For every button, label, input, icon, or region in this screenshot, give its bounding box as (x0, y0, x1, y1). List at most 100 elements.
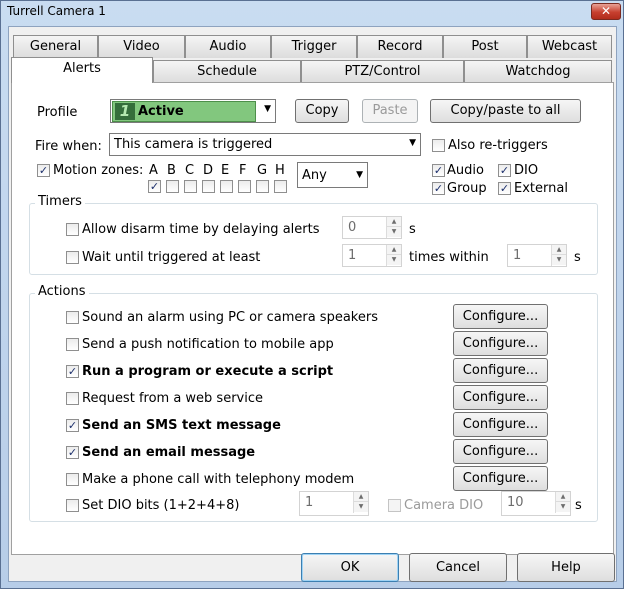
tab-post[interactable]: Post (443, 35, 527, 58)
within-seconds-spinner[interactable]: 1 ▲ ▼ (507, 244, 567, 267)
tab-webcast[interactable]: Webcast (527, 35, 612, 58)
copy-button[interactable]: Copy (295, 99, 349, 123)
profile-name: Active (138, 104, 184, 119)
tab-schedule[interactable]: Schedule (153, 60, 301, 83)
configure-button[interactable]: Configure... (453, 385, 548, 410)
wait-triggered-label: Wait until triggered at least (82, 250, 261, 265)
motion-zone-checkbox[interactable] (166, 180, 179, 193)
group-source-checkbox[interactable]: ✓ (432, 182, 445, 195)
profile-label: Profile (37, 105, 78, 120)
trigger-count-spinner[interactable]: 1 ▲ ▼ (342, 244, 402, 267)
action-label: Send a push notification to mobile app (82, 337, 334, 352)
paste-button[interactable]: Paste (362, 99, 418, 123)
close-button[interactable]: ✕ (591, 3, 621, 20)
disarm-delay-label: Allow disarm time by delaying alerts (82, 222, 320, 237)
motion-zone-letter: B (167, 163, 176, 178)
disarm-time-spinner[interactable]: 0 ▲ ▼ (342, 216, 402, 239)
ok-button[interactable]: OK (301, 553, 399, 582)
configure-button[interactable]: Configure... (453, 412, 548, 437)
external-source-checkbox[interactable]: ✓ (498, 182, 511, 195)
spin-down-icon[interactable]: ▼ (387, 227, 401, 237)
wait-triggered-checkbox[interactable] (66, 251, 79, 264)
motion-zone-checkbox[interactable] (184, 180, 197, 193)
action-checkbox[interactable] (66, 392, 79, 405)
chevron-down-icon: ▼ (264, 104, 271, 114)
configure-button[interactable]: Configure... (453, 466, 548, 491)
spin-down-icon[interactable]: ▼ (552, 255, 566, 265)
motion-zones-label: Motion zones: (53, 163, 144, 178)
timers-title: Timers (35, 194, 85, 209)
motion-zone-checkbox[interactable] (220, 180, 233, 193)
title-bar[interactable]: Turrell Camera 1 ✕ (1, 1, 623, 23)
spin-up-icon[interactable]: ▲ (387, 217, 401, 227)
configure-button[interactable]: Configure... (453, 331, 548, 356)
motion-zone-letter: E (221, 163, 230, 178)
tab-audio[interactable]: Audio (185, 35, 271, 58)
motion-mode-value: Any (302, 168, 327, 183)
motion-mode-select[interactable]: Any ▼ (297, 162, 368, 188)
dio-unit: s (575, 498, 582, 513)
motion-zone-letter: F (239, 163, 247, 178)
tab-trigger[interactable]: Trigger (271, 35, 357, 58)
camera-dio-spinner[interactable]: 10 ▲ ▼ (501, 491, 571, 516)
action-checkbox[interactable] (66, 338, 79, 351)
spin-up-icon[interactable]: ▲ (556, 492, 570, 502)
fire-when-value: This camera is triggered (114, 137, 273, 152)
camera-dio-label: Camera DIO (404, 498, 484, 513)
configure-button[interactable]: Configure... (453, 304, 548, 329)
action-label: Send an SMS text message (82, 418, 281, 433)
spin-up-icon[interactable]: ▲ (354, 492, 368, 502)
action-checkbox[interactable] (66, 311, 79, 324)
alerts-panel: Profile 1 Active ▼ Copy Paste Copy/paste… (11, 82, 614, 555)
disarm-delay-checkbox[interactable] (66, 223, 79, 236)
dio-bits-spinner[interactable]: 1 ▲ ▼ (299, 491, 369, 516)
motion-zone-checkbox[interactable] (238, 180, 251, 193)
profile-select[interactable]: 1 Active ▼ (110, 99, 276, 123)
camera-dio-value: 10 (507, 495, 524, 510)
spin-up-icon[interactable]: ▲ (552, 245, 566, 255)
disarm-time-value: 0 (348, 220, 357, 235)
dio-source-checkbox[interactable]: ✓ (498, 164, 511, 177)
action-label: Request from a web service (82, 391, 264, 406)
motion-zones-checkbox[interactable]: ✓ (37, 164, 50, 177)
dio-bits-value: 1 (305, 495, 314, 510)
action-checkbox[interactable] (66, 473, 79, 486)
spin-down-icon[interactable]: ▼ (556, 502, 570, 512)
dio-source-label: DIO (514, 163, 539, 178)
spin-down-icon[interactable]: ▼ (354, 502, 368, 512)
motion-zone-checkbox[interactable] (274, 180, 287, 193)
within-unit: s (574, 250, 581, 265)
action-label: Send an email message (82, 445, 256, 460)
tab-video[interactable]: Video (98, 35, 185, 58)
tab-record[interactable]: Record (357, 35, 443, 58)
motion-zone-letter: H (275, 163, 285, 178)
cancel-button[interactable]: Cancel (409, 553, 507, 582)
camera-dio-checkbox[interactable] (388, 499, 401, 512)
copy-paste-to-all-button[interactable]: Copy/paste to all (430, 99, 581, 123)
spin-up-icon[interactable]: ▲ (387, 245, 401, 255)
action-checkbox[interactable]: ✓ (66, 365, 79, 378)
tab-watchdog[interactable]: Watchdog (464, 60, 612, 83)
group-source-label: Group (447, 181, 487, 196)
set-dio-checkbox[interactable] (66, 499, 79, 512)
disarm-unit: s (409, 222, 416, 237)
spin-down-icon[interactable]: ▼ (387, 255, 401, 265)
dialog-client: General Video Audio Trigger Record Post … (8, 26, 617, 582)
action-checkbox[interactable]: ✓ (66, 419, 79, 432)
tab-ptz-control[interactable]: PTZ/Control (301, 60, 464, 83)
also-retriggers-checkbox[interactable] (432, 139, 445, 152)
audio-source-checkbox[interactable]: ✓ (432, 164, 445, 177)
motion-zone-checkbox[interactable] (202, 180, 215, 193)
configure-button[interactable]: Configure... (453, 358, 548, 383)
motion-zone-checkbox[interactable] (256, 180, 269, 193)
tab-general[interactable]: General (13, 35, 98, 58)
times-within-label: times within (409, 250, 489, 265)
help-button[interactable]: Help (517, 553, 615, 582)
tab-alerts[interactable]: Alerts (11, 57, 153, 83)
fire-when-select[interactable]: This camera is triggered ▼ (109, 133, 421, 156)
action-checkbox[interactable]: ✓ (66, 446, 79, 459)
action-label: Sound an alarm using PC or camera speake… (82, 310, 378, 325)
configure-button[interactable]: Configure... (453, 439, 548, 464)
motion-zone-letter: D (203, 163, 214, 178)
motion-zone-checkbox[interactable]: ✓ (148, 180, 161, 193)
